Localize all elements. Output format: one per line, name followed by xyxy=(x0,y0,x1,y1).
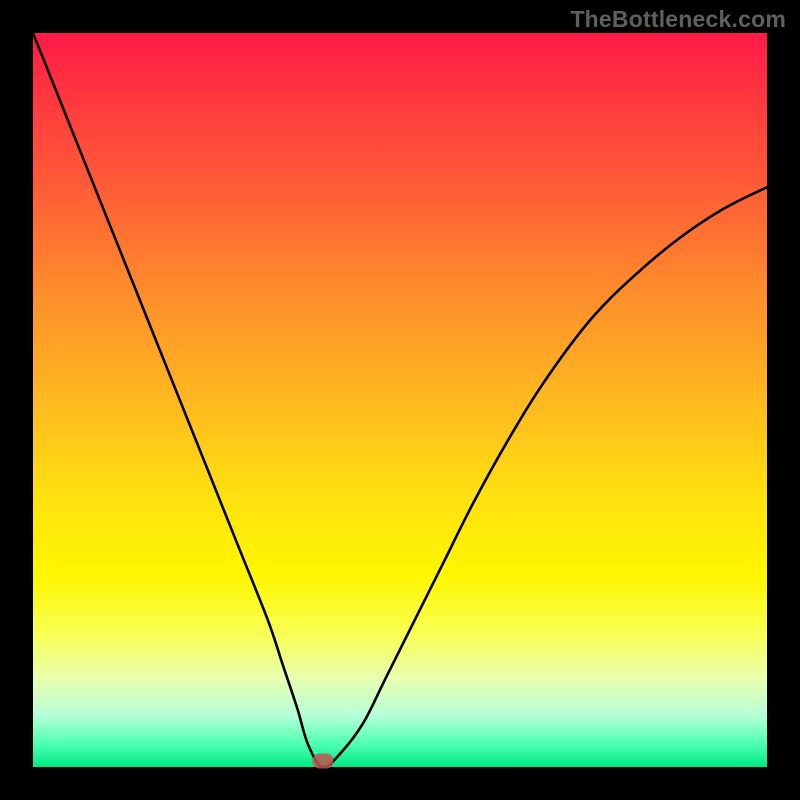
watermark-text: TheBottleneck.com xyxy=(570,6,786,33)
bottleneck-curve xyxy=(33,33,767,767)
optimal-point-marker xyxy=(312,754,333,769)
